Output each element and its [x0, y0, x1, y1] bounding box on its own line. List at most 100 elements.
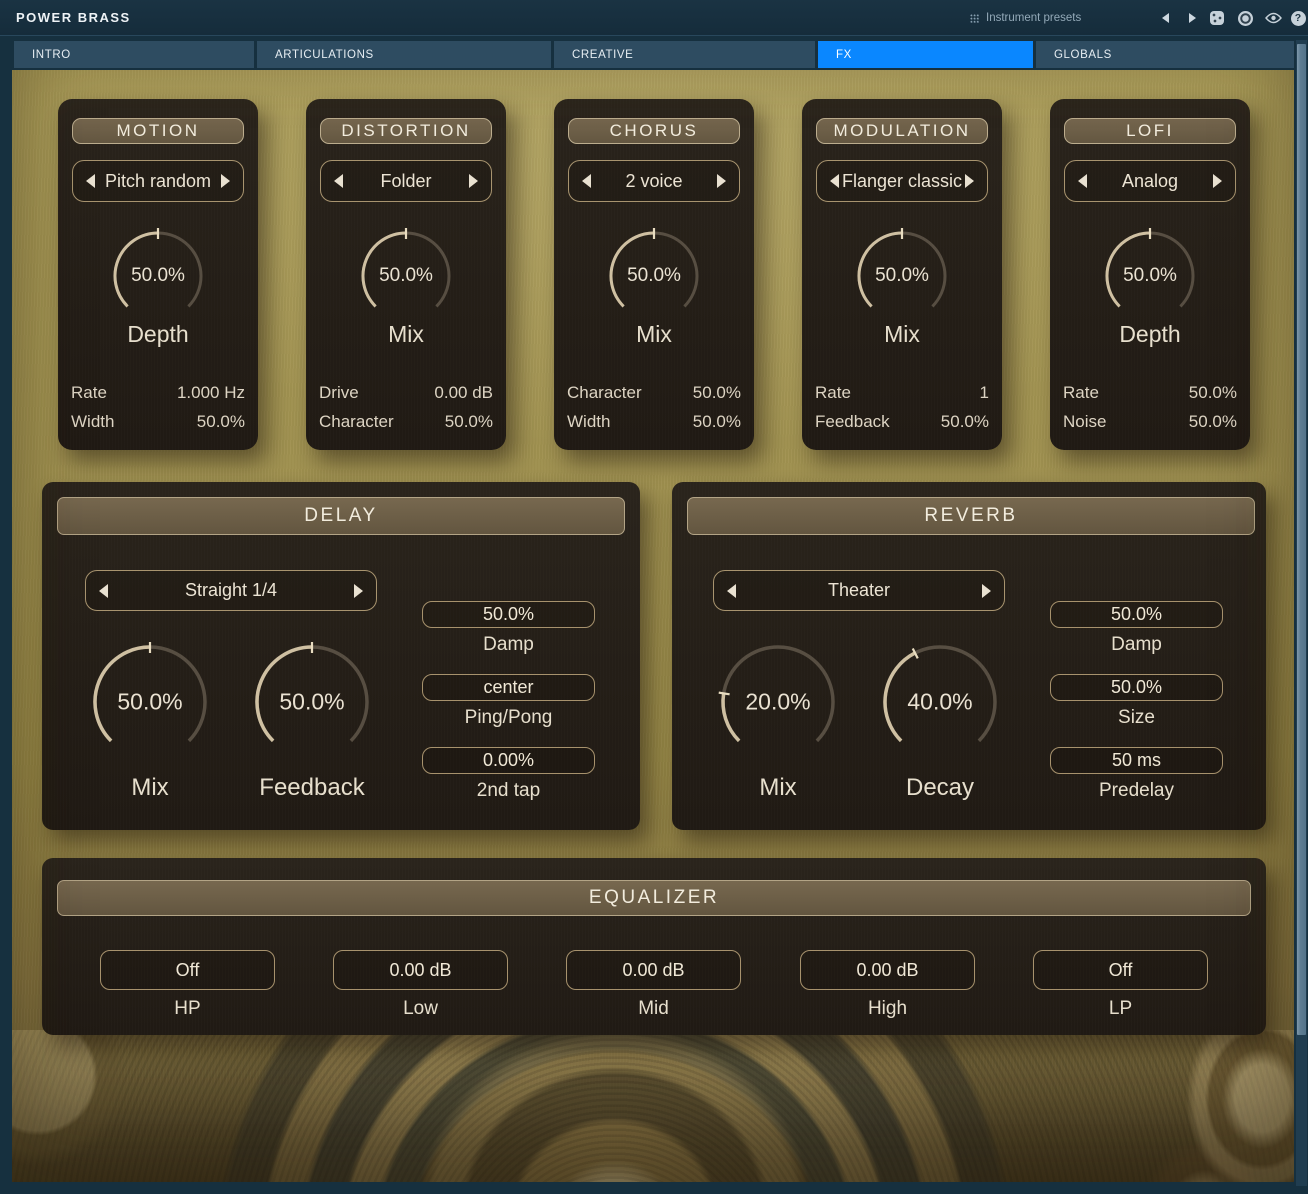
tab-articulations[interactable]: ARTICULATIONS: [257, 41, 551, 68]
delay-feedback-knob[interactable]: 50.0%: [250, 640, 374, 764]
eq-mid-band: 0.00 dB Mid: [566, 950, 741, 1020]
right-arrow-icon: [1189, 13, 1196, 23]
scrollbar-thumb[interactable]: [1297, 44, 1306, 1035]
previous-preset-button[interactable]: [1155, 8, 1175, 28]
modulation-mix-knob[interactable]: 50.0%: [852, 226, 952, 326]
field-label: 2nd tap: [422, 780, 595, 802]
param-row[interactable]: Width 50.0%: [567, 407, 741, 436]
param-row[interactable]: Drive 0.00 dB: [319, 378, 493, 407]
eq-band-label: HP: [100, 998, 275, 1020]
fx-page: MOTION Pitch random 50.0% Depth Rate 1.0…: [12, 70, 1294, 1182]
param-label: Character: [567, 383, 642, 403]
lofi-depth-knob[interactable]: 50.0%: [1100, 226, 1200, 326]
prev-arrow-icon[interactable]: [99, 584, 108, 598]
eq-low-value[interactable]: 0.00 dB: [333, 950, 508, 990]
prev-arrow-icon[interactable]: [582, 174, 591, 188]
prev-arrow-icon[interactable]: [727, 584, 736, 598]
field-value[interactable]: 0.00%: [422, 747, 595, 774]
reverb-preset-selector[interactable]: Theater: [713, 570, 1005, 611]
next-arrow-icon[interactable]: [982, 584, 991, 598]
lofi-params: Rate 50.0% Noise 50.0%: [1063, 378, 1237, 436]
equalizer-panel: EQUALIZER Off HP 0.00 dB Low 0.00 dB Mid…: [42, 858, 1266, 1035]
eq-hp-value[interactable]: Off: [100, 950, 275, 990]
chorus-preset-value: 2 voice: [591, 171, 717, 192]
tab-intro[interactable]: INTRO: [14, 41, 254, 68]
param-row[interactable]: Feedback 50.0%: [815, 407, 989, 436]
next-arrow-icon[interactable]: [354, 584, 363, 598]
next-arrow-icon[interactable]: [1213, 174, 1222, 188]
knob-label: Depth: [58, 321, 258, 348]
next-arrow-icon[interactable]: [717, 174, 726, 188]
distortion-mix-knob[interactable]: 50.0%: [356, 226, 456, 326]
app-title: POWER BRASS: [16, 10, 131, 25]
reverb-size-field: 50.0% Size: [1050, 674, 1223, 729]
lofi-panel-title: LOFI: [1064, 118, 1236, 144]
next-arrow-icon[interactable]: [965, 174, 974, 188]
motion-preset-selector[interactable]: Pitch random: [72, 160, 244, 202]
knob-label: Decay: [878, 774, 1002, 802]
chorus-mix-knob[interactable]: 50.0%: [604, 226, 704, 326]
settings-button[interactable]: [1235, 8, 1255, 28]
prev-arrow-icon[interactable]: [334, 174, 343, 188]
param-value: 50.0%: [941, 412, 989, 432]
knob-label: Mix: [554, 321, 754, 348]
field-label: Predelay: [1050, 780, 1223, 802]
random-preset-button[interactable]: [1207, 8, 1227, 28]
eq-band-label: High: [800, 998, 975, 1020]
next-preset-button[interactable]: [1182, 8, 1202, 28]
param-value: 50.0%: [445, 412, 493, 432]
eq-low-band: 0.00 dB Low: [333, 950, 508, 1020]
param-row[interactable]: Character 50.0%: [567, 378, 741, 407]
presets-label: Instrument presets: [986, 12, 1081, 24]
vertical-scrollbar[interactable]: [1296, 40, 1307, 1186]
distortion-preset-selector[interactable]: Folder: [320, 160, 492, 202]
field-value[interactable]: 50.0%: [1050, 674, 1223, 701]
knob-label: Mix: [716, 774, 840, 802]
eq-high-value[interactable]: 0.00 dB: [800, 950, 975, 990]
eq-mid-value[interactable]: 0.00 dB: [566, 950, 741, 990]
tab-fx[interactable]: FX: [818, 41, 1033, 68]
chorus-preset-selector[interactable]: 2 voice: [568, 160, 740, 202]
help-button[interactable]: ?: [1288, 8, 1308, 28]
delay-mix-knob[interactable]: 50.0%: [88, 640, 212, 764]
tab-creative[interactable]: CREATIVE: [554, 41, 815, 68]
modulation-preset-value: Flanger classic: [839, 171, 965, 192]
prev-arrow-icon[interactable]: [1078, 174, 1087, 188]
reverb-mix-knob[interactable]: 20.0%: [716, 640, 840, 764]
prev-arrow-icon[interactable]: [86, 174, 95, 188]
param-row[interactable]: Width 50.0%: [71, 407, 245, 436]
field-value[interactable]: 50 ms: [1050, 747, 1223, 774]
modulation-preset-selector[interactable]: Flanger classic: [816, 160, 988, 202]
eq-lp-value[interactable]: Off: [1033, 950, 1208, 990]
prev-arrow-icon[interactable]: [830, 174, 839, 188]
target-icon: [1238, 11, 1253, 26]
reverb-panel: REVERB Theater 20.0% Mix 40.0% Decay 50.…: [672, 482, 1266, 830]
eye-icon: [1265, 12, 1282, 24]
param-value: 50.0%: [693, 412, 741, 432]
param-row[interactable]: Character 50.0%: [319, 407, 493, 436]
motion-panel: MOTION Pitch random 50.0% Depth Rate 1.0…: [58, 99, 258, 450]
field-value[interactable]: center: [422, 674, 595, 701]
delay-preset-selector[interactable]: Straight 1/4: [85, 570, 377, 611]
motion-depth-knob[interactable]: 50.0%: [108, 226, 208, 326]
lofi-preset-selector[interactable]: Analog: [1064, 160, 1236, 202]
field-value[interactable]: 50.0%: [1050, 601, 1223, 628]
next-arrow-icon[interactable]: [221, 174, 230, 188]
param-row[interactable]: Rate 50.0%: [1063, 378, 1237, 407]
knob-label: Mix: [306, 321, 506, 348]
param-row[interactable]: Noise 50.0%: [1063, 407, 1237, 436]
instrument-presets-menu[interactable]: Instrument presets: [970, 10, 1081, 26]
field-value[interactable]: 50.0%: [422, 601, 595, 628]
preview-button[interactable]: [1263, 8, 1283, 28]
eq-band-label: Mid: [566, 998, 741, 1020]
delay-panel-title: DELAY: [57, 497, 625, 535]
knob-value: 50.0%: [627, 265, 681, 287]
next-arrow-icon[interactable]: [469, 174, 478, 188]
reverb-decay-knob[interactable]: 40.0%: [878, 640, 1002, 764]
param-row[interactable]: Rate 1: [815, 378, 989, 407]
param-row[interactable]: Rate 1.000 Hz: [71, 378, 245, 407]
delay-panel: DELAY Straight 1/4 50.0% Mix 50.0% Feedb…: [42, 482, 640, 830]
knob-value: 50.0%: [279, 689, 344, 716]
delay-preset-value: Straight 1/4: [108, 580, 354, 601]
tab-globals[interactable]: GLOBALS: [1036, 41, 1294, 68]
